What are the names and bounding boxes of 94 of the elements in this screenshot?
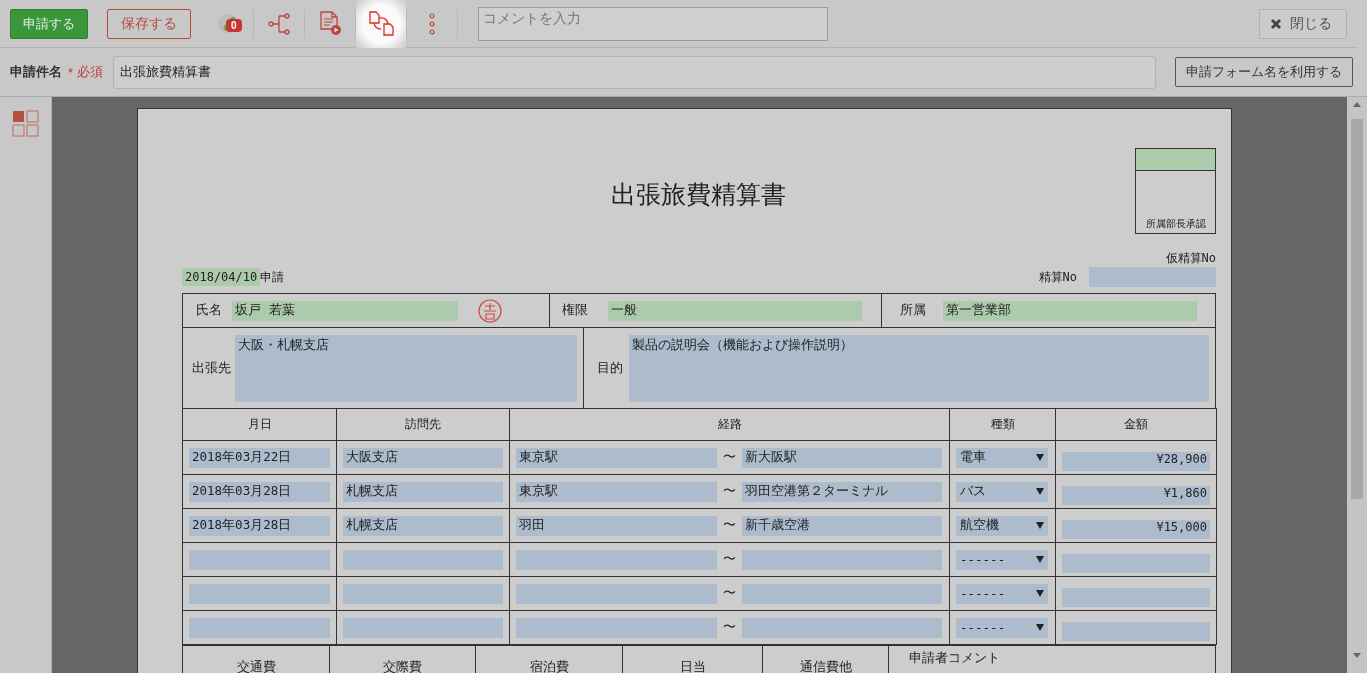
dropdown-caret-icon <box>1036 590 1044 597</box>
amount-field[interactable] <box>1062 622 1210 641</box>
form-title: 出張旅費精算書 <box>610 178 787 211</box>
visit-field[interactable] <box>343 583 503 604</box>
route-from-field[interactable]: 東京駅 <box>516 481 717 502</box>
grid-layout-icon <box>12 110 40 138</box>
transport-type-select[interactable]: ------ <box>956 583 1048 604</box>
amount-field[interactable]: ¥28,900 <box>1062 452 1210 471</box>
summary-header: 日当 <box>679 659 706 673</box>
required-label: 必須 <box>77 63 104 81</box>
dropdown-caret-icon <box>1036 556 1044 563</box>
route-from-field[interactable] <box>516 549 717 570</box>
route-separator: 〜 <box>723 551 736 568</box>
route-separator: 〜 <box>723 619 736 636</box>
dropdown-caret-icon <box>1036 454 1044 461</box>
visit-field[interactable]: 大阪支店 <box>343 447 503 468</box>
application-date: 2018/04/10 <box>182 268 261 286</box>
purpose-label: 目的 <box>597 359 623 377</box>
provisional-number-label: 仮精算No <box>1165 249 1216 267</box>
visit-field[interactable] <box>343 617 503 638</box>
close-button[interactable]: 閉じる <box>1259 8 1347 39</box>
dropdown-caret-icon <box>1036 522 1044 529</box>
comment-input[interactable]: コメントを入力 <box>478 6 828 41</box>
attachment-button[interactable]: 0 <box>203 0 253 48</box>
authority-field[interactable]: 一般 <box>608 300 862 321</box>
branch-icon <box>268 12 290 35</box>
destination-field[interactable]: 大阪・札幌支店 <box>235 334 577 402</box>
close-icon <box>1270 17 1282 30</box>
approval-label: 所属部長承認 <box>1144 217 1207 231</box>
route-separator: 〜 <box>723 585 736 602</box>
subject-input[interactable]: 出張旅費精算書 <box>113 55 1157 89</box>
attachment-count-badge: 0 <box>226 18 242 32</box>
route-separator: 〜 <box>723 449 736 466</box>
dropdown-caret-icon <box>1036 624 1044 631</box>
summary-header: 宿泊費 <box>529 659 569 673</box>
summary-header: 交通費 <box>236 659 276 673</box>
settlement-number-field[interactable] <box>1089 267 1216 287</box>
route-from-field[interactable] <box>516 617 717 638</box>
route-to-field[interactable] <box>742 549 942 570</box>
department-label: 所属 <box>900 302 926 319</box>
date-field[interactable] <box>189 549 330 570</box>
column-header: 訪問先 <box>336 408 510 441</box>
route-to-field[interactable]: 新大阪駅 <box>742 447 942 468</box>
route-from-field[interactable]: 東京駅 <box>516 447 717 468</box>
column-header: 金額 <box>1055 408 1217 441</box>
date-field[interactable]: 2018年03月22日 <box>189 447 330 468</box>
date-field[interactable]: 2018年03月28日 <box>189 481 330 502</box>
visit-field[interactable]: 札幌支店 <box>343 481 503 502</box>
route-to-field[interactable]: 羽田空港第２ターミナル <box>742 481 942 502</box>
amount-field[interactable]: ¥15,000 <box>1062 520 1210 539</box>
destination-label: 出張先 <box>192 359 231 377</box>
purpose-field[interactable]: 製品の説明会（機能および操作説明） <box>629 334 1209 402</box>
column-header: 月日 <box>182 408 337 441</box>
column-header: 経路 <box>509 408 950 441</box>
dropdown-caret-icon <box>1036 488 1044 495</box>
amount-field[interactable]: ¥1,860 <box>1062 486 1210 505</box>
amount-field[interactable] <box>1062 588 1210 607</box>
name-label: 氏名 <box>196 302 222 319</box>
authority-label: 権限 <box>562 302 588 319</box>
date-suffix-label: 申請 <box>260 268 285 286</box>
route-separator: 〜 <box>723 517 736 534</box>
column-header: 種類 <box>949 408 1056 441</box>
summary-header: 通信費他 <box>799 659 852 673</box>
route-to-field[interactable]: 新千歳空港 <box>742 515 942 536</box>
route-to-field[interactable] <box>742 617 942 638</box>
amount-field[interactable] <box>1062 554 1210 573</box>
copy-documents-icon <box>368 11 394 36</box>
use-form-name-button[interactable]: 申請フォーム名を利用する <box>1175 57 1354 87</box>
transport-type-select[interactable]: 電車 <box>956 447 1048 468</box>
copy-button[interactable] <box>356 0 406 48</box>
transport-type-select[interactable]: ------ <box>956 617 1048 638</box>
department-field[interactable]: 第一営業部 <box>943 300 1197 321</box>
transport-type-select[interactable]: ------ <box>956 549 1048 570</box>
route-separator: 〜 <box>723 483 736 500</box>
route-to-field[interactable] <box>742 583 942 604</box>
seal-stamp-icon <box>478 298 502 323</box>
date-field[interactable] <box>189 617 330 638</box>
document-play-icon <box>318 11 342 36</box>
route-from-field[interactable] <box>516 583 717 604</box>
settlement-number-label: 精算No <box>1038 268 1077 286</box>
summary-header: 交際費 <box>383 659 422 673</box>
subject-label: 申請件名 <box>10 63 62 81</box>
date-field[interactable] <box>189 583 330 604</box>
transport-type-select[interactable]: 航空機 <box>956 515 1048 536</box>
date-field[interactable]: 2018年03月28日 <box>189 515 330 536</box>
required-asterisk: * <box>68 64 74 80</box>
scrollbar[interactable] <box>1347 97 1367 673</box>
visit-field[interactable] <box>343 549 503 570</box>
route-from-field[interactable]: 羽田 <box>516 515 717 536</box>
more-vertical-icon <box>428 12 436 35</box>
transport-type-select[interactable]: バス <box>956 481 1048 502</box>
comment-label: 申請者コメント <box>909 650 1000 667</box>
name-field[interactable]: 坂戸 若葉 <box>232 300 458 321</box>
visit-field[interactable]: 札幌支店 <box>343 515 503 536</box>
